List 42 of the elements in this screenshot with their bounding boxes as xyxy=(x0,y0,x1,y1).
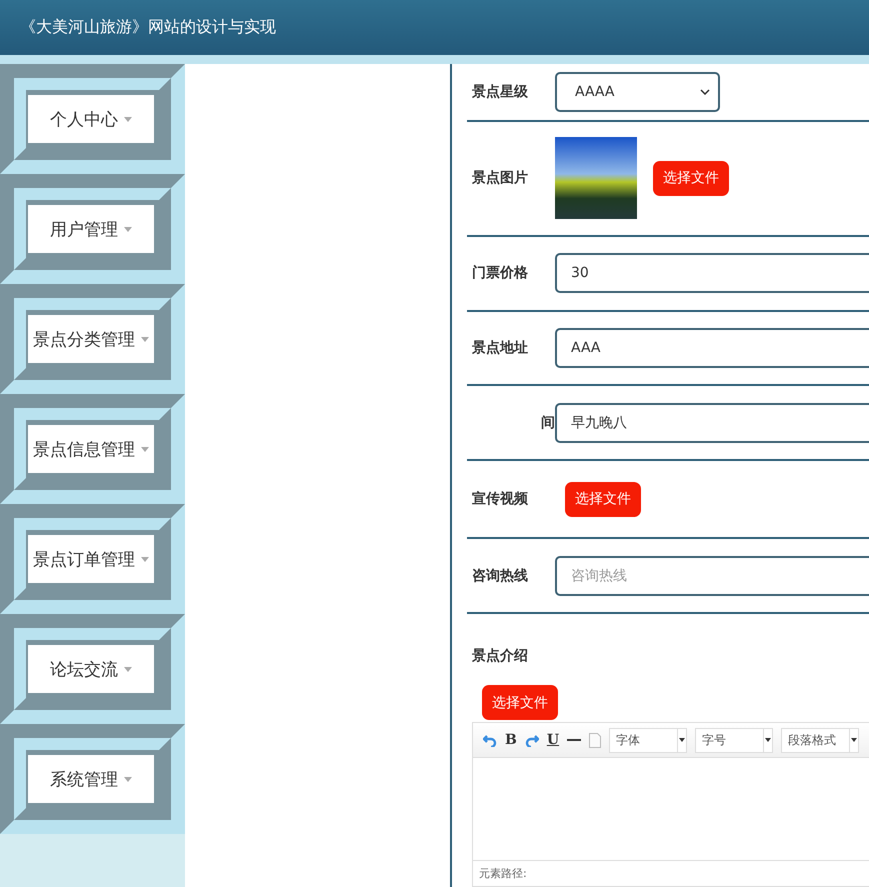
caret-icon xyxy=(141,336,149,342)
caret-icon xyxy=(124,666,132,672)
field-label: 景点介绍 xyxy=(472,647,529,665)
element-path-text: 元素路径: xyxy=(473,860,869,886)
caret-icon xyxy=(141,446,149,452)
sidebar-menu-item[interactable]: 论坛交流 xyxy=(28,645,154,693)
caret-icon xyxy=(124,116,132,122)
sidebar-menu-item[interactable]: 用户管理 xyxy=(28,205,154,253)
field-label: 间 xyxy=(540,414,555,432)
input-field[interactable]: AAA xyxy=(555,328,869,368)
field-label: 咨询热线 xyxy=(472,566,529,585)
field-label: 门票价格 xyxy=(472,264,529,282)
caret-icon xyxy=(141,556,149,562)
input-field[interactable]: 30 xyxy=(555,253,869,294)
undo-icon[interactable] xyxy=(483,734,497,746)
input-field[interactable]: 咨询热线 xyxy=(555,556,869,596)
sidebar-menu-item[interactable]: 系统管理 xyxy=(28,755,154,803)
site-title: 《大美河山旅游》网站的设计与实现 xyxy=(20,17,276,38)
field-label: 景点图片 xyxy=(472,169,529,188)
bold-button[interactable]: B xyxy=(505,732,517,748)
sidebar-menu-item[interactable]: 景点信息管理 xyxy=(28,425,154,473)
choose-file-button[interactable]: 选择文件 xyxy=(565,482,641,517)
input-field[interactable]: 早九晚八 xyxy=(555,402,869,443)
caret-icon xyxy=(124,226,132,232)
toolbar-dropdown[interactable]: 字体 xyxy=(609,728,688,752)
toolbar-dropdown[interactable]: 段落格式 xyxy=(781,728,860,752)
field-label: 宣传视频 xyxy=(472,490,529,508)
field-label: 景点地址 xyxy=(472,338,529,357)
field-label: 景点星级 xyxy=(472,82,529,101)
sidebar-menu-item[interactable]: 景点订单管理 xyxy=(28,535,154,583)
caret-icon xyxy=(124,776,132,782)
horizontal-rule-icon[interactable] xyxy=(567,738,582,742)
sidebar-menu-item[interactable]: 景点分类管理 xyxy=(28,315,154,363)
page-icon[interactable] xyxy=(589,732,602,748)
underline-button[interactable]: U xyxy=(546,732,560,748)
chevron-icon xyxy=(700,88,710,95)
toolbar-dropdown[interactable]: 字号 xyxy=(695,728,774,752)
choose-file-button[interactable]: 选择文件 xyxy=(653,160,729,196)
sidebar-menu-item[interactable]: 个人中心 xyxy=(28,95,154,143)
choose-file-button[interactable]: 选择文件 xyxy=(482,685,558,720)
redo-icon[interactable] xyxy=(524,734,539,746)
star-select[interactable]: AAAA xyxy=(555,72,720,112)
